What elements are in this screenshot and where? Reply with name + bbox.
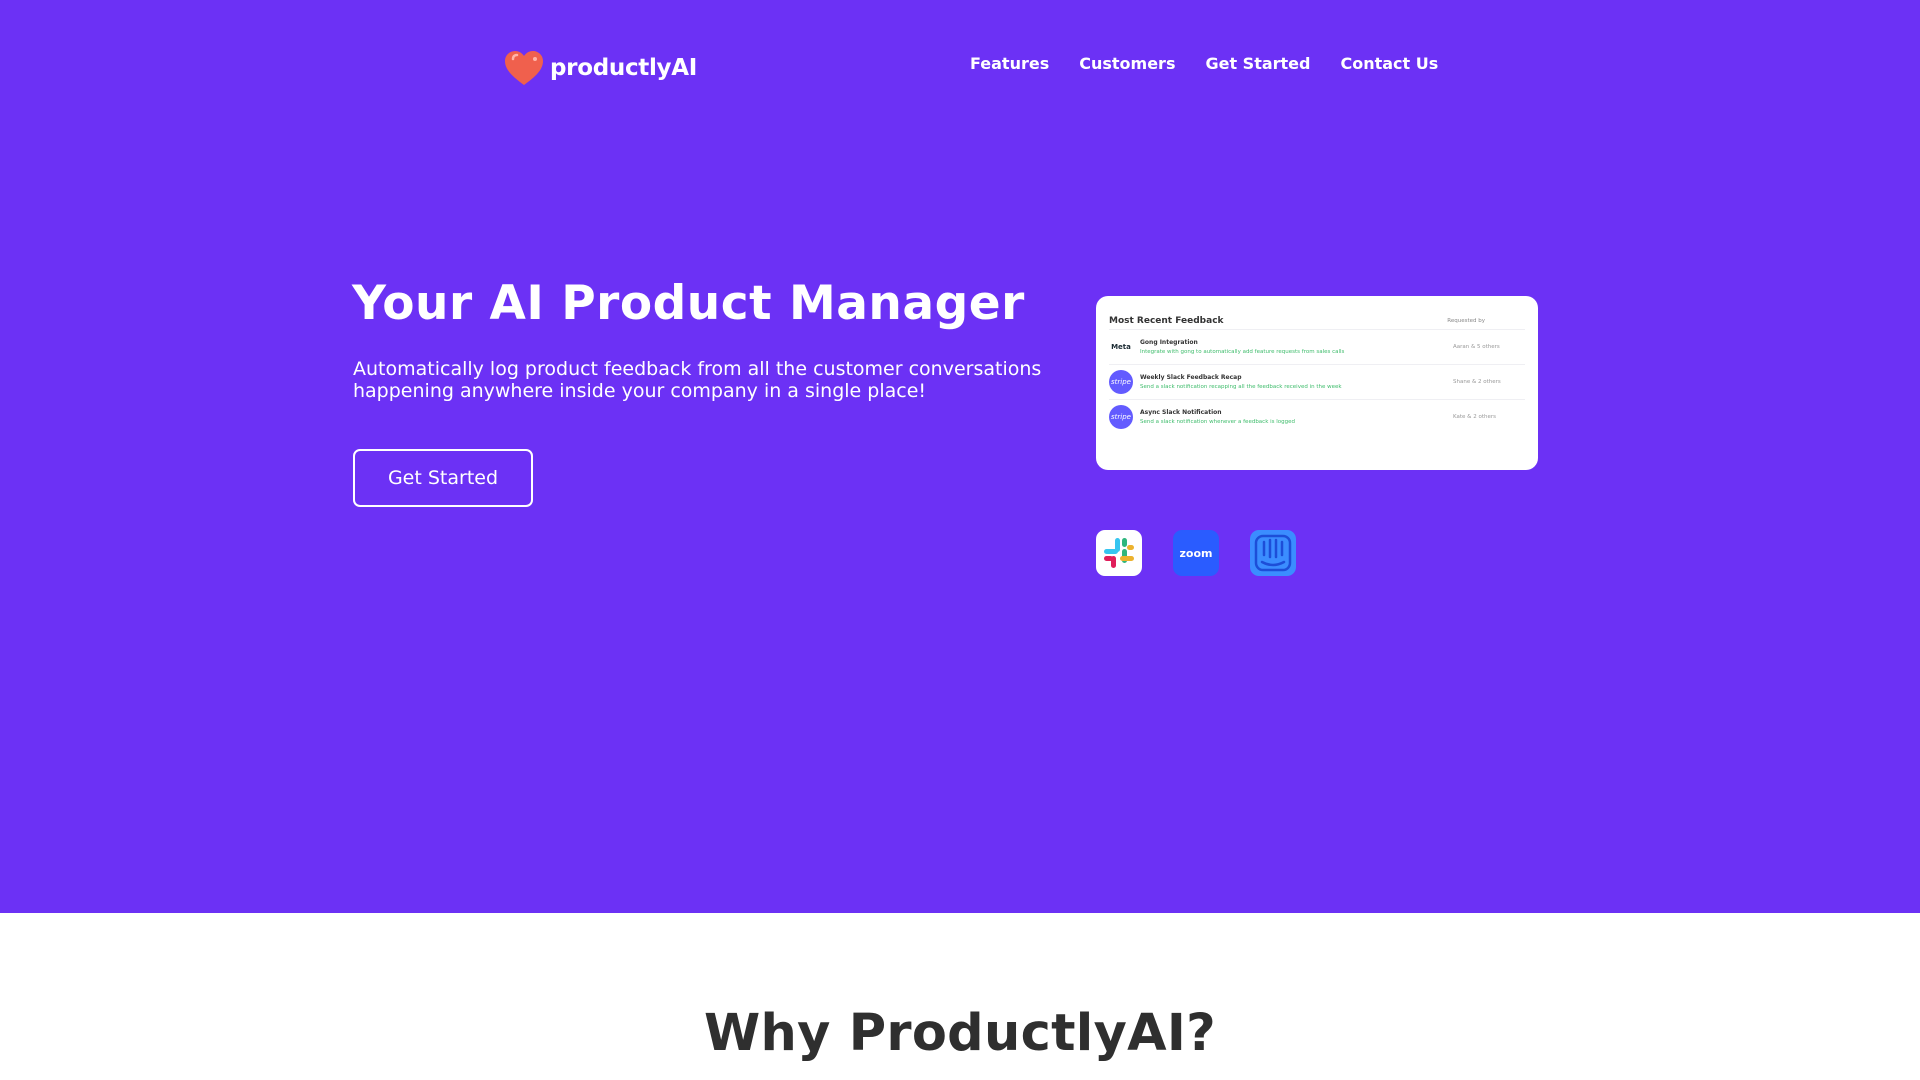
heart-icon xyxy=(505,51,543,85)
get-started-button[interactable]: Get Started xyxy=(353,449,533,507)
requested-by-column: Requested by xyxy=(1447,318,1485,324)
feedback-row[interactable]: stripe Async Slack Notification Send a s… xyxy=(1109,399,1525,434)
hero-subtitle: Automatically log product feedback from … xyxy=(353,358,1042,402)
nav-get-started[interactable]: Get Started xyxy=(1205,54,1310,73)
feedback-card: Most Recent Feedback Requested by Meta G… xyxy=(1096,296,1538,470)
slack-icon xyxy=(1096,530,1142,576)
feedback-row[interactable]: stripe Weekly Slack Feedback Recap Send … xyxy=(1109,364,1525,399)
nav-contact-us[interactable]: Contact Us xyxy=(1340,54,1438,73)
stripe-icon: stripe xyxy=(1109,370,1133,394)
feedback-row-main: Gong Integration Integrate with gong to … xyxy=(1140,339,1453,355)
feedback-row-main: Weekly Slack Feedback Recap Send a slack… xyxy=(1140,374,1453,390)
hero-section: productlyAI Features Customers Get Start… xyxy=(0,0,1920,913)
nav-features[interactable]: Features xyxy=(970,54,1049,73)
feedback-description: Send a slack notification whenever a fee… xyxy=(1140,419,1296,425)
feedback-description: Integrate with gong to automatically add… xyxy=(1140,349,1345,355)
feedback-row-main: Async Slack Notification Send a slack no… xyxy=(1140,409,1453,425)
feedback-requested-by: Kate & 2 others xyxy=(1453,414,1496,420)
feedback-requested-by: Aaran & 5 others xyxy=(1453,344,1500,350)
why-section-title: Why ProductlyAI? xyxy=(703,1004,1217,1063)
intercom-icon xyxy=(1250,530,1296,576)
hero-title: Your AI Product Manager xyxy=(352,276,1025,331)
feedback-title: Weekly Slack Feedback Recap xyxy=(1140,374,1242,381)
feedback-title: Gong Integration xyxy=(1140,339,1198,346)
nav-customers[interactable]: Customers xyxy=(1079,54,1175,73)
brand-logo[interactable]: productlyAI xyxy=(503,47,697,89)
brand-name: productlyAI xyxy=(550,55,698,81)
feedback-card-title: Most Recent Feedback xyxy=(1109,316,1224,326)
feedback-description: Send a slack notification recapping all … xyxy=(1140,384,1342,390)
feedback-title: Async Slack Notification xyxy=(1140,409,1222,416)
feedback-row[interactable]: Meta Gong Integration Integrate with gon… xyxy=(1109,329,1525,364)
feedback-card-header: Most Recent Feedback Requested by xyxy=(1109,313,1525,329)
feedback-requested-by: Shane & 2 others xyxy=(1453,379,1501,385)
top-nav: Features Customers Get Started Contact U… xyxy=(970,54,1468,73)
meta-icon: Meta xyxy=(1109,335,1133,359)
integrations-row: zoom xyxy=(1096,530,1327,576)
zoom-icon: zoom xyxy=(1173,530,1219,576)
stripe-icon: stripe xyxy=(1109,405,1133,429)
